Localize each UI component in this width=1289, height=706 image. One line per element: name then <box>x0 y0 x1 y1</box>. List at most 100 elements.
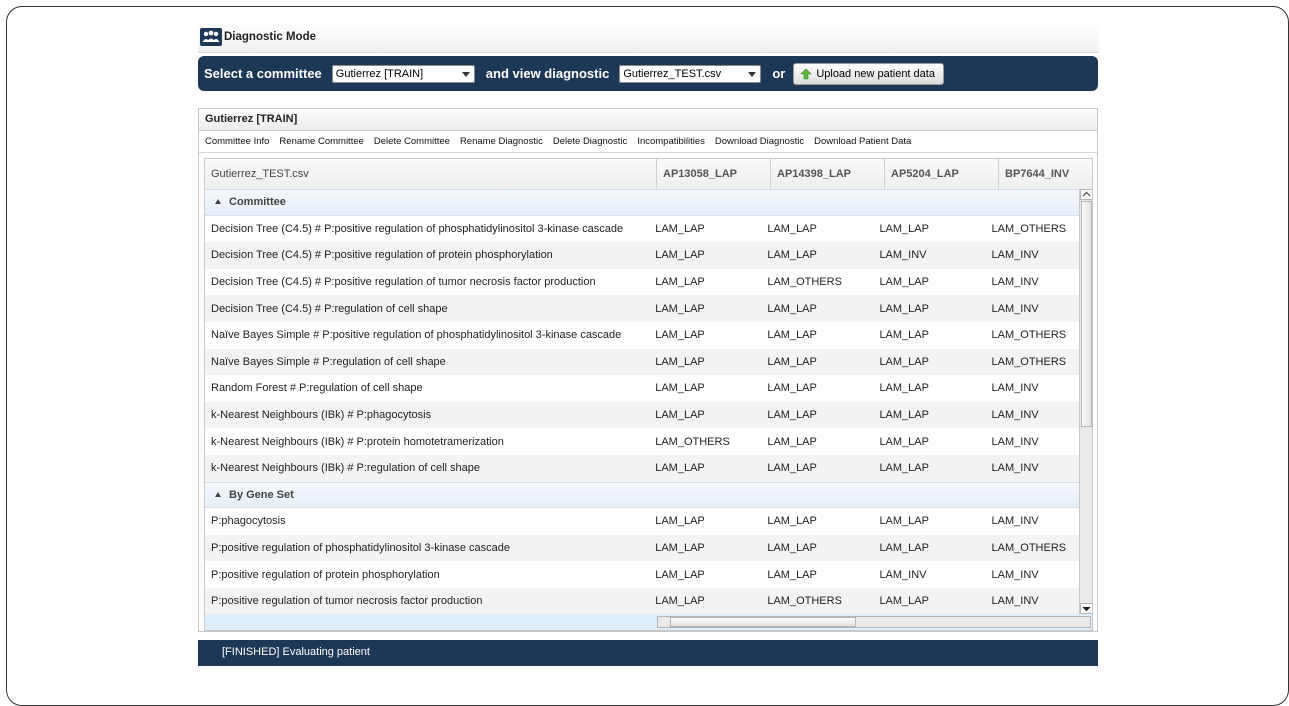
table-row[interactable]: P:positive regulation of protein phospho… <box>205 561 1079 588</box>
prediction-cell: LAM_LAP <box>655 409 705 422</box>
table-row[interactable]: P:positive regulation of tumor necrosis … <box>205 587 1079 615</box>
prediction-cell: LAM_OTHERS <box>655 435 730 448</box>
menu-item-rename-diagnostic[interactable]: Rename Diagnostic <box>460 136 543 147</box>
prediction-cell: LAM_OTHERS <box>991 329 1067 342</box>
column-header[interactable]: Gutierrez_TEST.csv <box>205 159 657 189</box>
group-row[interactable]: Committee <box>205 189 1079 216</box>
row-classifier-cell: k-Nearest Neighbours (IBk) # P:phagocyto… <box>211 409 432 422</box>
selected-row-strip <box>205 614 1092 630</box>
table-row[interactable]: Naïve Bayes Simple # P:positive regulati… <box>205 322 1079 349</box>
collapse-triangle-icon[interactable] <box>215 491 221 497</box>
table-row[interactable]: k-Nearest Neighbours (IBk) # P:phagocyto… <box>205 401 1079 429</box>
column-header[interactable]: BP7644_INV <box>999 159 1092 189</box>
group-label-text: Committee <box>229 196 286 209</box>
vertical-scrollbar[interactable] <box>1079 189 1092 614</box>
committee-toolbar: Select a committee Gutierrez [TRAIN] and… <box>198 56 1098 91</box>
table-row[interactable]: P:positive regulation of phosphatidylino… <box>205 534 1079 562</box>
menu-item-download-patient-data[interactable]: Download Patient Data <box>814 136 911 147</box>
prediction-cell: LAM_LAP <box>879 462 929 475</box>
chevron-down-icon <box>1082 606 1091 612</box>
row-classifier-cell: P:positive regulation of protein phospho… <box>211 568 440 581</box>
prediction-cell: LAM_LAP <box>767 462 817 475</box>
row-classifier-cell: P:positive regulation of tumor necrosis … <box>211 595 483 608</box>
group-row[interactable]: By Gene Set <box>205 481 1079 509</box>
chevron-up-icon <box>1082 191 1091 197</box>
chevron-down-icon <box>748 71 757 77</box>
horizontal-scrollbar[interactable] <box>657 616 1091 628</box>
column-header[interactable]: AP13058_LAP <box>657 159 771 189</box>
prediction-cell: LAM_LAP <box>879 329 929 342</box>
table-row[interactable]: Naïve Bayes Simple # P:regulation of cel… <box>205 348 1079 376</box>
committee-select-value: Gutierrez [TRAIN] <box>335 67 424 80</box>
committee-select[interactable]: Gutierrez [TRAIN] <box>331 64 475 83</box>
row-classifier-cell: P:phagocytosis <box>211 515 286 528</box>
row-classifier-cell: Decision Tree (C4.5) # P:regulation of c… <box>211 302 448 315</box>
prediction-cell: LAM_LAP <box>767 515 817 528</box>
prediction-cell: LAM_OTHERS <box>767 276 842 289</box>
table-row[interactable]: Random Forest # P:regulation of cell sha… <box>205 375 1079 402</box>
prediction-cell: LAM_LAP <box>767 542 817 555</box>
chevron-down-icon <box>461 71 470 77</box>
table-row[interactable]: Decision Tree (C4.5) # P:positive regula… <box>205 242 1079 269</box>
menu-item-committee-info[interactable]: Committee Info <box>205 136 269 147</box>
row-classifier-cell: k-Nearest Neighbours (IBk) # P:protein h… <box>211 435 504 448</box>
prediction-cell: LAM_LAP <box>879 222 929 235</box>
group-label: By Gene Set <box>205 489 294 501</box>
panel-title: Gutierrez [TRAIN] <box>199 109 1097 131</box>
scroll-up-button[interactable] <box>1080 189 1092 200</box>
table-row[interactable]: k-Nearest Neighbours (IBk) # P:protein h… <box>205 428 1079 455</box>
window-title: Diagnostic Mode <box>224 31 317 43</box>
prediction-cell: LAM_INV <box>991 409 1039 422</box>
table-row[interactable]: Decision Tree (C4.5) # P:regulation of c… <box>205 295 1079 322</box>
prediction-cell: LAM_LAP <box>655 595 705 608</box>
prediction-cell: LAM_OTHERS <box>991 355 1067 368</box>
row-classifier-cell: Random Forest # P:regulation of cell sha… <box>211 382 423 395</box>
prediction-cell: LAM_INV <box>991 462 1039 475</box>
column-header[interactable]: AP5204_LAP <box>885 159 999 189</box>
vertical-scroll-thumb[interactable] <box>1081 201 1092 427</box>
prediction-cell: LAM_LAP <box>655 249 705 262</box>
menu-item-rename-committee[interactable]: Rename Committee <box>279 136 363 147</box>
row-classifier-cell: Naïve Bayes Simple # P:regulation of cel… <box>211 355 446 368</box>
table-header: Gutierrez_TEST.csv AP13058_LAP AP14398_LAP… <box>205 159 1092 190</box>
upload-patient-data-button[interactable]: Upload new patient data <box>793 62 944 85</box>
committee-menu-bar: Committee Info Rename Committee Delete Com… <box>199 131 1097 153</box>
column-header[interactable]: AP14398_LAP <box>771 159 885 189</box>
group-label: Committee <box>205 196 286 208</box>
committee-panel: Gutierrez [TRAIN] Committee Info Rename C… <box>198 108 1098 632</box>
prediction-cell: LAM_INV <box>991 568 1039 581</box>
row-classifier-cell: P:positive regulation of phosphatidylino… <box>211 542 511 555</box>
prediction-cell: LAM_LAP <box>767 435 817 448</box>
committee-people-icon <box>200 28 222 46</box>
menu-item-download-diagnostic[interactable]: Download Diagnostic <box>715 136 804 147</box>
menu-item-incompatibilities[interactable]: Incompatibilities <box>637 136 705 147</box>
prediction-cell: LAM_LAP <box>655 329 705 342</box>
title-bar: Diagnostic Mode <box>198 22 1099 53</box>
table-row[interactable]: P:phagocytosis LAM_LAP LAM_LAP LAM_LAP LAM_I… <box>205 508 1079 535</box>
prediction-cell: LAM_LAP <box>655 568 705 581</box>
upload-button-label: Upload new patient data <box>816 67 935 80</box>
menu-item-delete-diagnostic[interactable]: Delete Diagnostic <box>553 136 627 147</box>
prediction-cell: LAM_LAP <box>879 355 929 368</box>
table-row[interactable]: Decision Tree (C4.5) # P:positive regula… <box>205 216 1079 243</box>
prediction-cell: LAM_LAP <box>655 276 705 289</box>
prediction-cell: LAM_INV <box>991 276 1039 289</box>
prediction-cell: LAM_LAP <box>879 435 929 448</box>
prediction-cell: LAM_LAP <box>879 515 929 528</box>
collapse-triangle-icon[interactable] <box>215 199 221 205</box>
diagnostic-table: Gutierrez_TEST.csv AP13058_LAP AP14398_LAP… <box>204 158 1093 631</box>
prediction-cell: LAM_INV <box>991 302 1039 315</box>
row-classifier-cell: k-Nearest Neighbours (IBk) # P:regulatio… <box>211 462 481 475</box>
prediction-cell: LAM_INV <box>879 568 927 581</box>
prediction-cell: LAM_LAP <box>767 302 817 315</box>
diagnostic-select[interactable]: Gutierrez_TEST.csv <box>619 64 762 83</box>
prediction-cell: LAM_LAP <box>767 329 817 342</box>
menu-item-delete-committee[interactable]: Delete Committee <box>374 136 450 147</box>
table-row[interactable]: Decision Tree (C4.5) # P:positive regula… <box>205 269 1079 296</box>
scroll-down-button[interactable] <box>1080 603 1092 614</box>
prediction-cell: LAM_LAP <box>655 302 705 315</box>
table-row[interactable]: k-Nearest Neighbours (IBk) # P:regulatio… <box>205 454 1079 482</box>
group-label-text: By Gene Set <box>229 488 294 501</box>
prediction-cell: LAM_LAP <box>655 382 705 395</box>
horizontal-scroll-thumb[interactable] <box>670 617 856 627</box>
